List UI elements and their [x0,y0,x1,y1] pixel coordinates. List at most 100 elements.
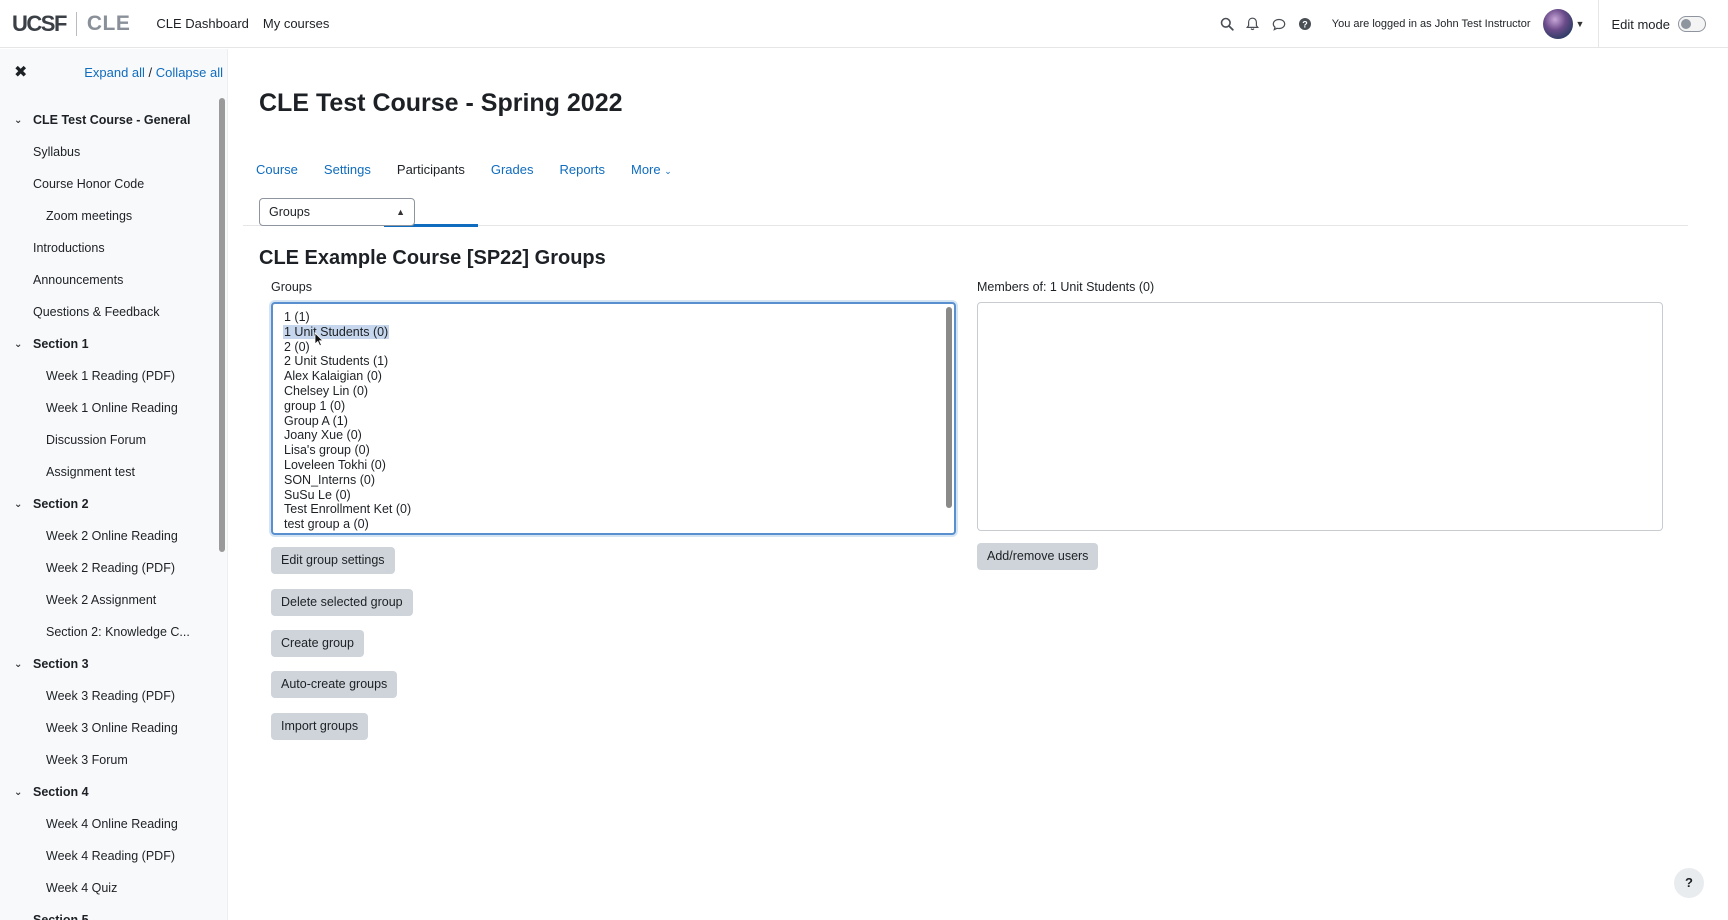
chevron-down-icon[interactable]: ⌄ [14,787,33,798]
drawer-section[interactable]: ⌄ CLE Test Course - General [0,104,222,136]
edit-group-settings-button[interactable]: Edit group settings [271,547,395,574]
help-icon[interactable]: ? [1292,11,1318,37]
group-option-label: Alex Kalaigian (0) [284,369,382,384]
drawer-section[interactable]: ⌄ Section 2 [0,488,222,520]
drawer-activity-item[interactable]: Section 2: Knowledge C... [0,616,222,648]
group-option[interactable]: test group a (0) [283,517,923,532]
group-option-label: SON_Interns (0) [284,472,376,487]
drawer-activity-item[interactable]: Week 3 Reading (PDF) [0,680,222,712]
add-remove-users-button[interactable]: Add/remove users [977,543,1099,570]
drawer-activity-item[interactable]: Syllabus [0,136,222,168]
group-option[interactable]: Chelsey Lin (0) [283,384,923,399]
groups-options: 1 (1) 1 Unit Students (0) 2 (0) 2 Unit Stud… [283,310,923,533]
drawer-activity-item[interactable]: Questions & Feedback [0,296,222,328]
group-option[interactable]: Test Enrollment Ket (0) [283,502,923,517]
group-option[interactable]: 1 Unit Students (0) [283,324,923,340]
chevron-down-icon[interactable]: ▼ [1576,19,1585,29]
drawer-activity-item[interactable]: Week 1 Online Reading [0,392,222,424]
avatar[interactable] [1542,9,1573,39]
group-option[interactable]: Alex Kalaigian (0) [283,369,923,384]
group-option-label: 2 Unit Students (1) [284,354,389,369]
group-option[interactable]: Loveleen Tokhi (0) [283,458,923,473]
chat-icon[interactable] [1266,11,1292,37]
drawer-activity-item[interactable]: Assignment test [0,456,222,488]
listbox-scrollbar[interactable] [946,307,952,508]
nav-cle-dashboard[interactable]: CLE Dashboard [156,16,249,31]
drawer-activity-item[interactable]: Week 4 Online Reading [0,808,222,840]
group-option[interactable]: SON_Interns (0) [283,473,923,488]
top-navbar: UCSF CLE CLE Dashboard My courses ? You … [0,0,1728,48]
group-option-label: Loveleen Tokhi (0) [284,457,386,472]
bell-icon[interactable] [1240,11,1266,37]
drawer-activity-item[interactable]: Discussion Forum [0,424,222,456]
members-listbox[interactable] [977,302,1663,531]
group-option-label: 1 Unit Students (0) [283,324,390,339]
logo-cle-text: CLE [86,11,131,35]
drawer-activity-item[interactable]: Week 2 Online Reading [0,520,222,552]
search-icon[interactable] [1214,11,1240,37]
close-icon[interactable]: ✖ [14,62,27,82]
group-option-label: Lisa's group (0) [284,443,370,458]
drawer-section[interactable]: ⌄ Section 3 [0,648,222,680]
course-index-list: ⌄ CLE Test Course - General Syllabus Course… [0,104,222,920]
participants-page-select[interactable]: Groups ▲ [259,198,415,226]
collapse-all-link[interactable]: Collapse all [156,65,223,80]
drawer-activity-item[interactable]: Week 4 Quiz [0,872,222,904]
group-option[interactable]: 2 Unit Students (1) [283,354,923,369]
drawer-activity-item[interactable]: Zoom meetings [0,200,222,232]
drawer-header: ✖ Expand all / Collapse all [0,49,227,97]
drawer-section-label: Section 3 [33,657,89,671]
groups-list-label: Groups [271,280,312,294]
chevron-down-icon: ⌄ [664,166,672,176]
group-option[interactable]: Lisa's group (0) [283,443,923,458]
group-option[interactable]: 2 (0) [283,340,923,355]
tab-more-label: More [631,162,661,177]
drawer-section[interactable]: ⌄ Section 5 [0,904,222,920]
drawer-scrollbar[interactable] [219,98,225,552]
site-logo[interactable]: UCSF CLE [12,0,130,48]
chevron-down-icon[interactable]: ⌄ [14,499,33,510]
drawer-activity-item[interactable]: Announcements [0,264,222,296]
group-option[interactable]: SuSu Le (0) [283,488,923,503]
tab-reports[interactable]: Reports [546,139,618,226]
group-option-label: 2 (0) [284,339,310,354]
chevron-down-icon[interactable]: ⌄ [14,915,33,920]
drawer-activity-item[interactable]: Week 3 Online Reading [0,712,222,744]
group-option[interactable]: 1 (1) [283,310,923,325]
nav-my-courses[interactable]: My courses [263,16,329,31]
group-option[interactable]: group 1 (0) [283,399,923,414]
drawer-activity-item[interactable]: Week 2 Reading (PDF) [0,552,222,584]
drawer-activity-item[interactable]: Week 4 Reading (PDF) [0,840,222,872]
edit-mode-toggle[interactable] [1678,16,1706,32]
drawer-activity-item[interactable]: Course Honor Code [0,168,222,200]
logo-divider [75,11,77,36]
drawer-section-label: CLE Test Course - General [33,113,191,127]
chevron-down-icon[interactable]: ⌄ [14,115,33,126]
drawer-section-label: Section 4 [33,785,89,799]
expand-collapse-separator: / [148,65,153,80]
drawer-activity-item[interactable]: Week 3 Forum [0,744,222,776]
create-group-button[interactable]: Create group [271,630,364,657]
group-option-label: Group A (1) [284,413,348,428]
group-option[interactable]: Joany Xue (0) [283,428,923,443]
secondary-navigation: Course Settings Participants Grades Repo… [243,139,1688,227]
help-button[interactable]: ? [1674,868,1704,898]
expand-collapse-links: Expand all / Collapse all [84,65,223,80]
tab-more[interactable]: More ⌄ [618,139,685,226]
chevron-down-icon[interactable]: ⌄ [14,339,33,350]
select-arrows-icon: ▲ [396,207,405,217]
drawer-activity-item[interactable]: Introductions [0,232,222,264]
group-option[interactable]: Test group (0) [283,532,923,533]
delete-selected-group-button[interactable]: Delete selected group [271,589,413,616]
expand-all-link[interactable]: Expand all [84,65,145,80]
groups-listbox[interactable]: 1 (1) 1 Unit Students (0) 2 (0) 2 Unit Stud… [271,302,956,535]
drawer-section[interactable]: ⌄ Section 4 [0,776,222,808]
auto-create-groups-button[interactable]: Auto-create groups [271,671,398,698]
tab-grades[interactable]: Grades [478,139,547,226]
drawer-activity-item[interactable]: Week 1 Reading (PDF) [0,360,222,392]
drawer-section[interactable]: ⌄ Section 1 [0,328,222,360]
drawer-activity-item[interactable]: Week 2 Assignment [0,584,222,616]
chevron-down-icon[interactable]: ⌄ [14,659,33,670]
import-groups-button[interactable]: Import groups [271,713,369,740]
group-option[interactable]: Group A (1) [283,414,923,429]
